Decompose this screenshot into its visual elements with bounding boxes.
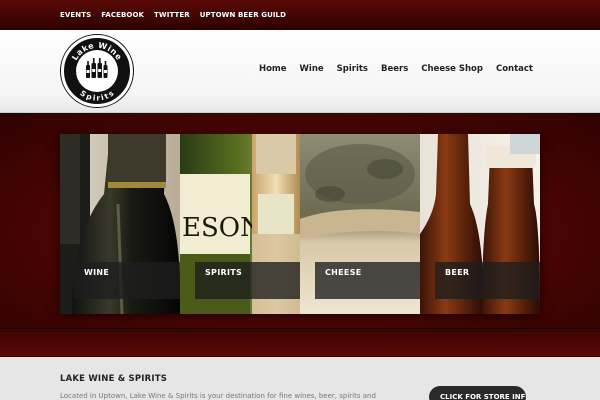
- site-header: Lake Wine Spirits Home Wine Spirits Beer…: [0, 30, 600, 113]
- category-tiles: WINE ESON SPIRITS CHEESE BEER: [60, 134, 540, 314]
- nav-cheese-shop[interactable]: Cheese Shop: [421, 64, 483, 74]
- topbar-link-twitter[interactable]: TWITTER: [154, 11, 190, 19]
- tile-beer-label: BEER: [435, 262, 540, 299]
- about-text: Located in Uptown, Lake Wine & Spirits i…: [60, 392, 376, 400]
- nav-beers[interactable]: Beers: [381, 64, 408, 74]
- tile-wine[interactable]: WINE: [60, 134, 180, 314]
- top-links-bar: EVENTS FACEBOOK TWITTER UPTOWN BEER GUIL…: [0, 0, 600, 30]
- spirits-bottle-text: ESON: [182, 213, 263, 243]
- nav-spirits[interactable]: Spirits: [337, 64, 368, 74]
- tile-beer[interactable]: BEER: [420, 134, 540, 314]
- tile-wine-label: WINE: [74, 262, 180, 299]
- topbar-link-facebook[interactable]: FACEBOOK: [101, 11, 144, 19]
- nav-home[interactable]: Home: [259, 64, 287, 74]
- nav-contact[interactable]: Contact: [496, 64, 533, 74]
- about-title: LAKE WINE & SPIRITS: [60, 374, 168, 384]
- topbar-link-uptown-beer-guild[interactable]: UPTOWN BEER GUILD: [200, 11, 286, 19]
- main-nav: Home Wine Spirits Beers Cheese Shop Cont…: [259, 64, 533, 74]
- about-section: LAKE WINE & SPIRITS Located in Uptown, L…: [0, 357, 600, 400]
- topbar-link-events[interactable]: EVENTS: [60, 11, 91, 19]
- tile-cheese-label: CHEESE: [315, 262, 420, 299]
- nav-wine[interactable]: Wine: [300, 64, 324, 74]
- tile-cheese[interactable]: CHEESE: [300, 134, 420, 314]
- banner-bottom-strip: [0, 329, 600, 357]
- logo-graphic: Lake Wine Spirits: [66, 40, 128, 103]
- tile-spirits-label: SPIRITS: [195, 262, 300, 299]
- store-info-button[interactable]: CLICK FOR STORE INFO: [429, 386, 526, 400]
- site-logo[interactable]: Lake Wine Spirits: [61, 35, 133, 107]
- tile-spirits[interactable]: ESON SPIRITS: [180, 134, 300, 314]
